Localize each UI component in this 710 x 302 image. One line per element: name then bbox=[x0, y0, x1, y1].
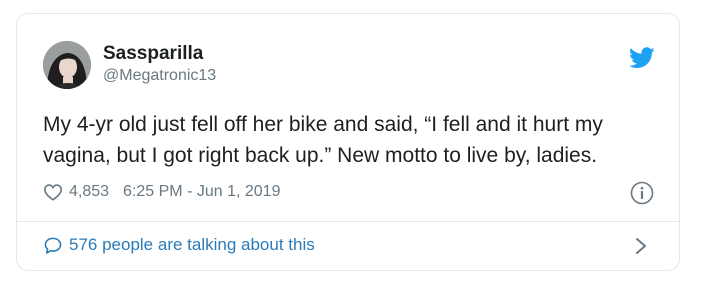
reply-bubble-icon bbox=[44, 237, 62, 254]
conversation-count-label[interactable]: 576 people are talking about this bbox=[69, 235, 315, 255]
conversation-link[interactable]: 576 people are talking about this bbox=[43, 233, 315, 257]
author-handle[interactable]: @Megatronic13 bbox=[103, 67, 216, 85]
tweet-card[interactable]: Sassparilla @Megatronic13 My 4-yr old ju… bbox=[16, 13, 680, 271]
like-count[interactable]: 4,853 bbox=[69, 183, 109, 201]
divider bbox=[17, 221, 679, 222]
heart-icon[interactable] bbox=[43, 183, 63, 201]
tweet-text: My 4-yr old just fell off her bike and s… bbox=[43, 113, 603, 167]
tweet-timestamp[interactable]: 6:25 PM - Jun 1, 2019 bbox=[123, 183, 280, 201]
chevron-right-icon[interactable] bbox=[635, 237, 647, 255]
tweet-meta: 4,853 6:25 PM - Jun 1, 2019 bbox=[43, 181, 280, 203]
twitter-bird-icon[interactable] bbox=[629, 47, 655, 69]
info-icon[interactable] bbox=[630, 181, 654, 205]
avatar[interactable] bbox=[43, 41, 91, 89]
author-display-name[interactable]: Sassparilla bbox=[103, 43, 203, 65]
